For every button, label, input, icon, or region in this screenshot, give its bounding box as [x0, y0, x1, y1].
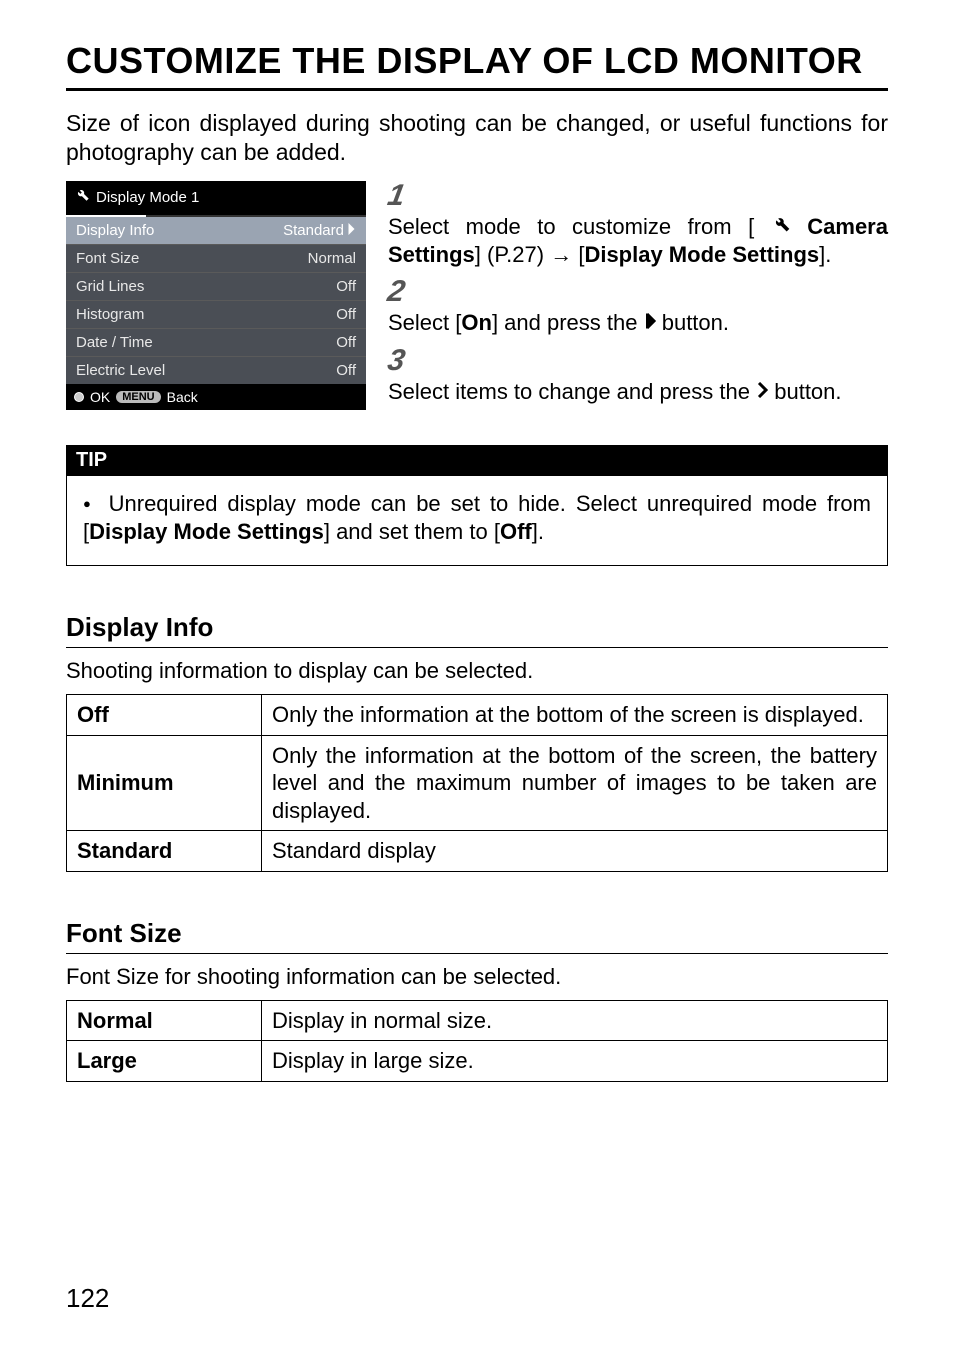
- chevron-right-icon: [756, 377, 768, 405]
- wrench-icon: [74, 186, 90, 206]
- lcd-ok-label: OK: [90, 389, 110, 405]
- lcd-row-label: Histogram: [76, 306, 144, 323]
- intro-text: Size of icon displayed during shooting c…: [66, 109, 888, 167]
- lcd-row: Font Size Normal: [66, 245, 366, 273]
- step-3-text: Select items to change and press the but…: [388, 378, 888, 407]
- lcd-header: Display Mode 1: [66, 181, 366, 215]
- lcd-header-title: Display Mode 1: [96, 189, 199, 206]
- table-key: Normal: [67, 1000, 262, 1041]
- lcd-row-value: Off: [336, 306, 356, 323]
- table-row: Off Only the information at the bottom o…: [67, 695, 888, 736]
- lcd-footer: OK MENU Back: [66, 384, 366, 410]
- lcd-row-label: Font Size: [76, 250, 139, 267]
- lcd-row-value: Standard: [283, 222, 344, 239]
- tip-box: Unrequired display mode can be set to hi…: [66, 476, 888, 566]
- step-2-text: Select [On] and press the button.: [388, 309, 888, 338]
- font-size-table: Normal Display in normal size. Large Dis…: [66, 1000, 888, 1082]
- lcd-row-label: Display Info: [76, 222, 154, 239]
- table-key: Minimum: [67, 735, 262, 831]
- section-heading-display-info: Display Info: [66, 612, 888, 643]
- lcd-row: Histogram Off: [66, 301, 366, 329]
- lcd-row-label: Date / Time: [76, 334, 153, 351]
- step-number-2: 2: [385, 277, 407, 307]
- step-1-text: Select mode to customize from [ Camera S…: [388, 213, 888, 269]
- wrench-icon: [771, 212, 791, 240]
- page-number: 122: [66, 1283, 109, 1314]
- chevron-right-icon: [347, 222, 356, 239]
- table-row: Normal Display in normal size.: [67, 1000, 888, 1041]
- lcd-row-value: Off: [336, 334, 356, 351]
- table-row: Standard Standard display: [67, 831, 888, 872]
- table-key: Standard: [67, 831, 262, 872]
- table-row: Minimum Only the information at the bott…: [67, 735, 888, 831]
- rule: [66, 953, 888, 954]
- lcd-row-value: Off: [336, 362, 356, 379]
- menu-pill: MENU: [116, 391, 160, 403]
- record-dot-icon: [74, 392, 84, 402]
- lcd-tab-underline: [66, 215, 366, 217]
- table-key: Off: [67, 695, 262, 736]
- table-desc: Standard display: [262, 831, 888, 872]
- table-row: Large Display in large size.: [67, 1041, 888, 1082]
- lcd-row: Display Info Standard: [66, 217, 366, 245]
- step-number-1: 1: [385, 181, 407, 211]
- tip-heading: TIP: [66, 445, 888, 476]
- lcd-row-label: Grid Lines: [76, 278, 144, 295]
- lcd-row-value: Off: [336, 278, 356, 295]
- lcd-row: Electric Level Off: [66, 357, 366, 384]
- section-desc: Font Size for shooting information can b…: [66, 964, 888, 990]
- lcd-row: Grid Lines Off: [66, 273, 366, 301]
- lcd-row-value: Normal: [308, 250, 356, 267]
- table-desc: Only the information at the bottom of th…: [262, 695, 888, 736]
- step-number-3: 3: [385, 346, 407, 376]
- lcd-menu-screenshot: Display Mode 1 Display Info Standard Fo: [66, 181, 366, 410]
- section-desc: Shooting information to display can be s…: [66, 658, 888, 684]
- lcd-row-label: Electric Level: [76, 362, 165, 379]
- display-info-table: Off Only the information at the bottom o…: [66, 694, 888, 872]
- table-desc: Display in normal size.: [262, 1000, 888, 1041]
- section-heading-font-size: Font Size: [66, 918, 888, 949]
- lcd-row: Date / Time Off: [66, 329, 366, 357]
- rule: [66, 88, 888, 91]
- lcd-back-label: Back: [167, 389, 198, 405]
- page-title: CUSTOMIZE THE DISPLAY OF LCD MONITOR: [66, 40, 888, 82]
- rule: [66, 647, 888, 648]
- table-key: Large: [67, 1041, 262, 1082]
- chevron-right-icon: [644, 308, 656, 336]
- table-desc: Only the information at the bottom of th…: [262, 735, 888, 831]
- table-desc: Display in large size.: [262, 1041, 888, 1082]
